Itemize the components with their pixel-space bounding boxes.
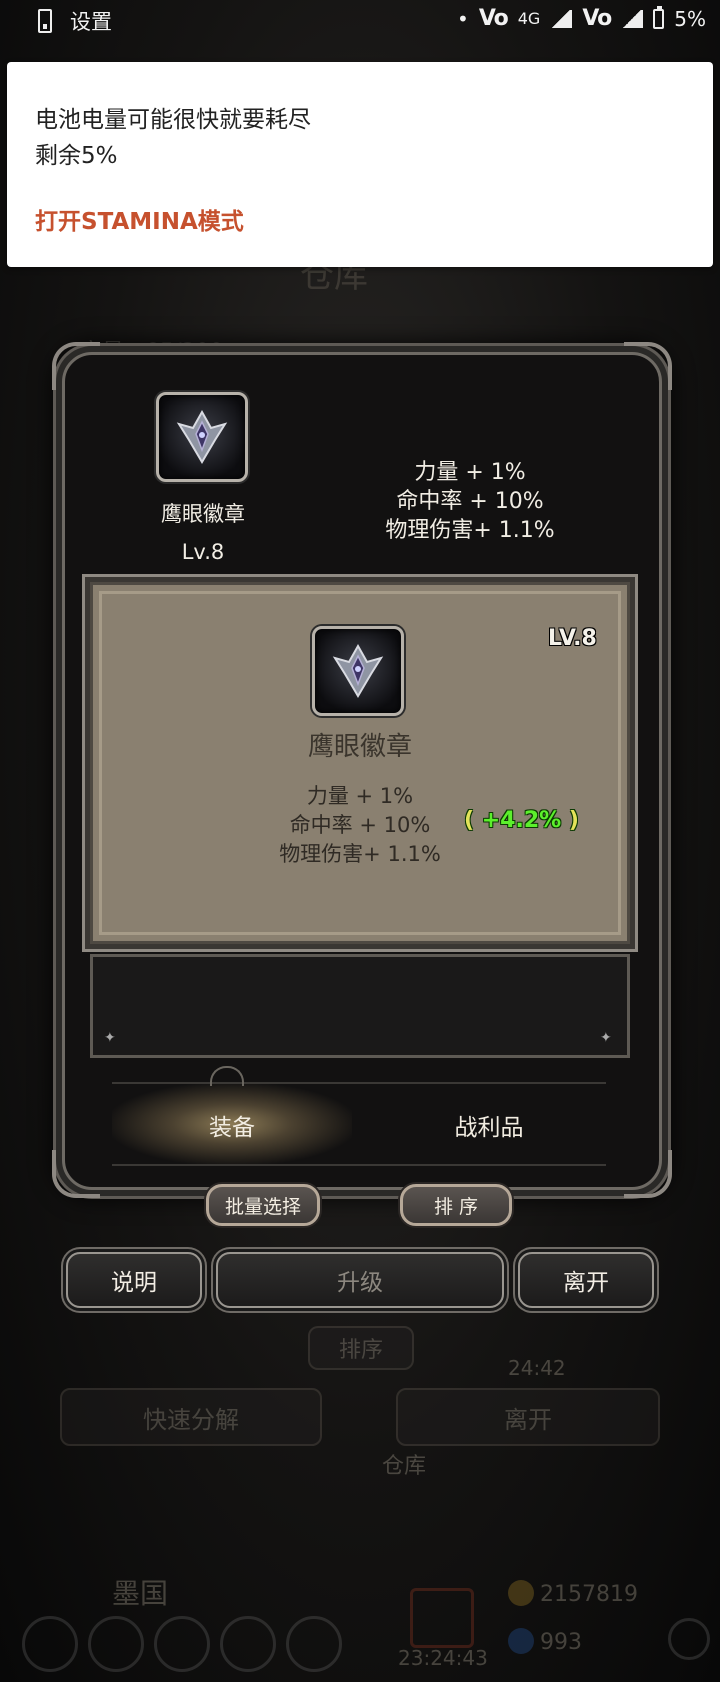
notification-title: 电池电量可能很快就要耗尽 (35, 107, 311, 133)
sparkle-icon: ✦ (104, 1030, 116, 1046)
batch-select-button[interactable]: 批量选择 (206, 1184, 320, 1226)
notification-dot: • (457, 6, 469, 31)
bg-leave-button[interactable]: 离开 (396, 1388, 660, 1446)
bg-timer-bottom: 23:24:43 (398, 1646, 488, 1670)
current-stat-accuracy: 命中率 + 10% (396, 489, 544, 514)
frame-ornament-icon (624, 342, 672, 390)
bg-quick-decompose-button[interactable]: 快速分解 (60, 1388, 322, 1446)
tab-loot[interactable]: 战利品 (372, 1108, 606, 1142)
bonus-value: +4.2% (481, 808, 562, 833)
current-item-name: 鹰眼徽章 (161, 502, 245, 526)
bg-gift-icon[interactable] (410, 1588, 474, 1648)
bg-timer-top: 24:42 (508, 1356, 566, 1380)
bg-nav-icon-3[interactable] (154, 1616, 210, 1672)
battery-percent: 5% (674, 6, 706, 31)
volte-icon: Vo (478, 6, 509, 31)
bg-guild-label: 墨国 (112, 1577, 169, 1610)
network-type: 4G (517, 9, 541, 28)
bg-gem-icon (508, 1628, 534, 1654)
current-stat-physical-damage: 物理伤害+ 1.1% (385, 518, 555, 543)
frame-ornament-icon (52, 342, 100, 390)
status-app-label: 设置 (70, 10, 112, 34)
bg-warehouse-label: 仓库 (382, 1454, 427, 1479)
status-bar: 设置 • Vo 4G Vo 5% (0, 0, 720, 40)
info-button[interactable]: 说明 (66, 1252, 202, 1308)
compare-item-level: LV.8 (548, 626, 597, 651)
bg-nav-icon-1[interactable] (22, 1616, 78, 1672)
compare-bonus: ( +4.2% ) (464, 808, 579, 833)
compare-item-name: 鹰眼徽章 (307, 732, 412, 762)
compare-stat-accuracy: 命中率 + 10% (289, 813, 431, 837)
tab-equipment[interactable]: 装备 (112, 1108, 352, 1142)
frame-ornament-icon (52, 1150, 100, 1198)
bg-nav-icon-2[interactable] (88, 1616, 144, 1672)
compare-stat-strength: 力量 + 1% (306, 784, 414, 808)
battery-alert-icon (38, 9, 52, 33)
bg-gold: 2157819 (540, 1582, 638, 1607)
signal-icon-2 (621, 9, 644, 28)
battery-notification[interactable]: 电池电量可能很快就要耗尽 剩余5% 打开STAMINA模式 (7, 62, 713, 267)
compare-item-slot[interactable] (312, 626, 404, 716)
bg-nav-icon-5[interactable] (286, 1616, 342, 1672)
sort-button[interactable]: 排 序 (400, 1184, 512, 1226)
stamina-mode-action[interactable]: 打开STAMINA模式 (35, 202, 244, 236)
bg-plus-icon[interactable] (668, 1618, 710, 1660)
battery-icon (653, 5, 665, 29)
compare-stat-physical-damage: 物理伤害+ 1.1% (279, 842, 441, 866)
notification-subtitle: 剩余5% (35, 143, 118, 169)
bg-gold-icon (508, 1580, 534, 1606)
leave-button[interactable]: 离开 (518, 1252, 654, 1308)
current-item-level: Lv.8 (181, 540, 225, 564)
eagle-eye-badge-icon (332, 643, 384, 698)
current-stat-strength: 力量 + 1% (414, 460, 526, 485)
volte-icon-2: Vo (582, 6, 612, 31)
bg-gems: 993 (540, 1630, 582, 1655)
current-item-slot[interactable] (156, 392, 248, 482)
bonus-close-paren: ) (568, 808, 579, 833)
bg-nav-icon-4[interactable] (220, 1616, 276, 1672)
empty-panel (90, 954, 630, 1058)
eagle-eye-badge-icon (176, 409, 228, 464)
bg-sort-button[interactable]: 排序 (308, 1326, 414, 1370)
upgrade-button[interactable]: 升级 (216, 1252, 504, 1308)
frame-ornament-icon (624, 1150, 672, 1198)
sparkle-icon: ✦ (600, 1030, 612, 1046)
signal-icon (550, 9, 573, 28)
bonus-open-paren: ( (464, 808, 475, 833)
